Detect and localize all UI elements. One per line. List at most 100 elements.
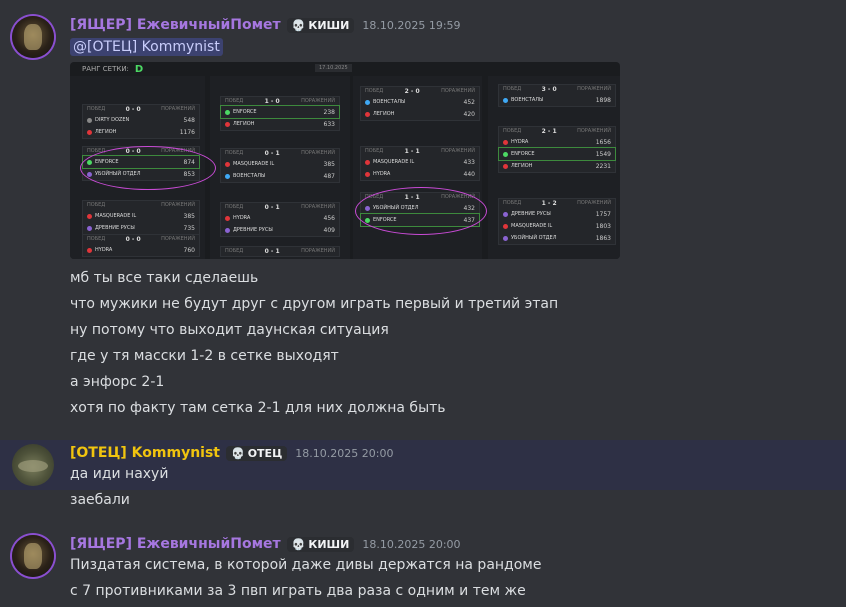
team-icon [503,235,508,241]
team-row: ЛЕГИОН 2231 [499,160,615,172]
wins-label: ПОБЕД [225,98,244,104]
bracket-group: ПОБЕД 1 - 0 ПОРАЖЕНИЙ ENFORCE 238 ЛЕГИОН 633 [220,96,340,131]
author-name[interactable]: [ЯЩЕР] ЕжевичныйПомет [70,17,281,33]
team-name: HYDRA [373,171,391,177]
losses-label: ПОРАЖЕНИЙ [441,88,475,94]
wins-label: ПОБЕД [225,150,244,156]
bracket-group: ПОБЕД 1 - 1 ПОРАЖЕНИЙ MASQUERADE IL 433 HYDRA… [360,146,480,181]
team-icon [503,163,508,169]
team-row: ЛЕГИОН 420 [361,108,479,120]
role-tag-label: КИШИ [308,18,350,32]
team-name: ЛЕГИОН [95,129,117,135]
wins-label: ПОБЕД [365,148,384,154]
wins-label: ПОБЕД [503,86,522,92]
team-name: HYDRA [95,247,113,253]
team-row: ENFORCE 1549 [498,147,616,161]
role-tag[interactable]: 💀 КИШИ [286,536,355,552]
team-name: HYDRA [511,139,529,145]
group-header: ПОБЕД 0 - 0 ПОРАЖЕНИЙ [83,235,199,244]
losses-label: ПОРАЖЕНИЙ [577,86,611,92]
team-rating: 433 [463,158,475,166]
team-rating: 440 [463,170,475,178]
team-icon [365,205,370,211]
team-row: ЛЕГИОН 1176 [83,126,199,138]
group-header: ПОБЕД 0 - 1 ПОРАЖЕНИЙ [221,203,339,212]
losses-label: ПОРАЖЕНИЙ [161,202,195,208]
timestamp: 18.10.2025 20:00 [362,537,461,551]
group-header: ПОБЕД 1 - 0 ПОРАЖЕНИЙ [221,97,339,106]
role-tag-label: КИШИ [308,537,350,551]
team-rating: 548 [183,116,195,124]
team-rating: 456 [323,214,335,222]
team-rating: 487 [323,172,335,180]
team-row: HYDRA 440 [361,168,479,180]
wins-label: ПОБЕД [503,200,522,206]
team-row: ЛЕГИОН 633 [221,118,339,130]
user-mention[interactable]: @[ОТЕЦ] Kommynist [70,38,223,56]
wins-label: ПОБЕД [87,148,106,154]
role-tag[interactable]: 💀 ОТЕЦ [226,445,288,461]
bracket-group: ПОБЕД 0 - 1 ПОРАЖЕНИЙ MASQUERADE IL 385 ВОЕНС… [220,148,340,183]
group-header: ПОБЕД 3 - 0 ПОРАЖЕНИЙ [499,85,615,94]
message-line: а энфорс 2-1 [70,374,165,390]
group-score: 1 - 2 [541,200,557,207]
team-row: ВОЕНСТАЛЫ 487 [221,170,339,182]
team-rating: 1549 [595,150,611,158]
team-icon [365,171,370,177]
wins-label: ПОБЕД [503,128,522,134]
team-rating: 633 [323,120,335,128]
role-tag[interactable]: 💀 КИШИ [286,17,355,33]
message-header: [ЯЩЕР] ЕжевичныйПомет 💀 КИШИ 18.10.2025 … [70,15,461,35]
tournament-bracket-image[interactable]: РАНГ СЕТКИ: D 17.10.2025 ПОБЕД 0 - 0 ПОРАЖ… [70,62,620,259]
user-avatar[interactable] [12,535,54,577]
group-header: ПОБЕД 1 - 2 ПОРАЖЕНИЙ [499,199,615,208]
team-row: MASQUERADE IL 1803 [499,220,615,232]
wins-label: ПОБЕД [225,204,244,210]
team-rating: 1656 [595,138,611,146]
losses-label: ПОРАЖЕНИЙ [301,150,335,156]
team-icon [503,97,508,103]
team-icon [87,247,92,253]
team-row: ВОЕНСТАЛЫ 1898 [499,94,615,106]
bracket-group: ПОБЕД ПОРАЖЕНИЙ MASQUERADE IL 385 ДРЕВНИЕ РУ… [82,200,200,235]
losses-label: ПОРАЖЕНИЙ [441,148,475,154]
team-name: DIRTY DOZEN [95,117,130,123]
wins-label: ПОБЕД [87,202,106,208]
team-icon [365,111,370,117]
team-row: ВОЕНСТАЛЫ 452 [361,96,479,108]
team-row: ДРЕВНИЕ РУСЫ 1757 [499,208,615,220]
group-score: 0 - 1 [264,150,280,157]
team-row: УБОЙНЫЙ ОТДЕЛ 853 [83,168,199,180]
team-rating: 853 [183,170,195,178]
user-avatar[interactable] [12,444,54,486]
team-rating: 1176 [179,128,195,136]
group-score: 1 - 0 [264,98,280,105]
team-row: ДРЕВНИЕ РУСЫ 409 [221,224,339,236]
wins-label: ПОБЕД [225,248,244,254]
team-icon [225,215,230,221]
author-name[interactable]: [ОТЕЦ] Kommynist [70,445,220,461]
author-name[interactable]: [ЯЩЕР] ЕжевичныйПомет [70,536,281,552]
team-rating: 1898 [595,96,611,104]
user-avatar[interactable] [12,16,54,58]
team-rating: 1803 [595,222,611,230]
team-icon [225,227,230,233]
team-row: MASQUERADE IL 385 [83,210,199,222]
team-name: ENFORCE [95,159,119,165]
bracket-group: ПОБЕД 3 - 0 ПОРАЖЕНИЙ ВОЕНСТАЛЫ 1898 [498,84,616,107]
team-name: УБОЙНЫЙ ОТДЕЛ [95,171,141,177]
team-name: ENFORCE [511,151,535,157]
team-icon [365,99,370,105]
team-icon [503,223,508,229]
team-row: HYDRA 1656 [499,136,615,148]
group-header: ПОБЕД 0 - 0 ПОРАЖЕНИЙ [83,147,199,156]
group-header: ПОБЕД 2 - 1 ПОРАЖЕНИЙ [499,127,615,136]
team-rating: 437 [463,216,475,224]
team-name: ENFORCE [373,217,397,223]
team-row: HYDRA 760 [83,244,199,256]
message-header: [ЯЩЕР] ЕжевичныйПомет 💀 КИШИ 18.10.2025 … [70,534,461,554]
message-line: ну потому что выходит даунская ситуация [70,322,389,338]
team-row: УБОЙНЫЙ ОТДЕЛ 1863 [499,232,615,244]
team-name: MASQUERADE IL [511,223,553,229]
group-score: 1 - 1 [404,148,420,155]
